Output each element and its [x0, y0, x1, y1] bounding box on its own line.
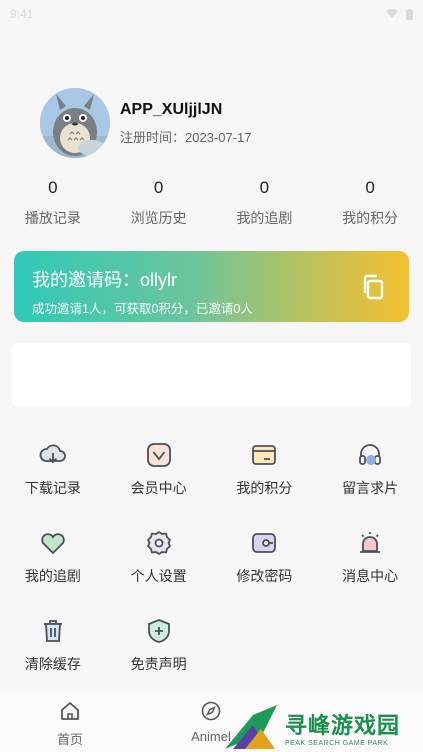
stat-play-history[interactable]: 0 播放记录 [0, 178, 106, 228]
username: APP_XUljjlJN [120, 100, 223, 118]
totoro-avatar-icon [40, 88, 110, 158]
compass-icon [201, 701, 221, 721]
stat-value: 0 [153, 178, 164, 197]
tab-home[interactable]: 首页 [30, 700, 110, 748]
menu-item-label: 个人设置 [130, 568, 187, 584]
registration-date-value: 2023-07-17 [185, 129, 252, 145]
trash-icon [43, 620, 62, 642]
bottom-tab-bar: 首页 Animel 寻峰游戏园 PEAK SEARCH GAME PARK [0, 692, 423, 752]
menu-item-clear-cache[interactable]: 清除缓存 [0, 616, 106, 674]
menu-item-label: 我的积分 [236, 480, 293, 496]
stat-value: 0 [48, 178, 58, 197]
stat-label: 浏览历史 [130, 210, 187, 226]
registration-date: 注册时间：2023-07-17 [120, 127, 252, 146]
status-icons [386, 8, 413, 20]
menu-item-my-follows[interactable]: 我的追剧 [0, 528, 106, 586]
headset-icon [359, 444, 382, 465]
bell-icon [360, 532, 381, 553]
wifi-icon [386, 9, 398, 18]
avatar[interactable] [40, 88, 110, 158]
menu-item-label: 消息中心 [342, 568, 399, 584]
lock-icon [252, 533, 277, 553]
profile-header[interactable]: APP_XUljjlJN 注册时间：2023-07-17 [40, 88, 252, 158]
stat-label: 播放记录 [24, 210, 81, 226]
menu-item-my-points[interactable]: 我的积分 [212, 440, 318, 498]
cloud-download-icon [39, 444, 66, 464]
menu-item-message-center[interactable]: 消息中心 [317, 528, 423, 586]
menu-item-download-records[interactable]: 下载记录 [0, 440, 106, 498]
registration-label: 注册时间： [120, 129, 186, 145]
mountain-logo-icon [225, 705, 277, 749]
menu-item-label: 修改密码 [236, 568, 293, 584]
menu-item-vip-center[interactable]: 会员中心 [106, 440, 212, 498]
stat-value: 0 [259, 178, 270, 197]
home-icon [61, 702, 79, 720]
invite-code-title: 我的邀请码：ollylr [32, 270, 178, 290]
watermark-subtitle: PEAK SEARCH GAME PARK [285, 739, 389, 747]
stat-browse-history[interactable]: 0 浏览历史 [106, 178, 212, 228]
watermark-title: 寻峰游戏园 [285, 712, 401, 738]
status-bar: 9:41 [0, 0, 423, 28]
watermark-logo: 寻峰游戏园 PEAK SEARCH GAME PARK [223, 702, 423, 752]
stat-my-follows[interactable]: 0 我的追剧 [212, 178, 318, 228]
blank-banner-card [12, 343, 411, 407]
stat-my-points[interactable]: 0 我的积分 [317, 178, 423, 228]
menu-item-label: 我的追剧 [24, 568, 81, 584]
menu-item-label: 清除缓存 [24, 656, 81, 672]
tab-label: 首页 [56, 732, 83, 747]
menu-item-label: 下载记录 [24, 480, 81, 496]
menu-item-personal-settings[interactable]: 个人设置 [106, 528, 212, 586]
battery-icon [406, 8, 413, 20]
menu-item-disclaimer[interactable]: 免责声明 [106, 616, 212, 674]
stat-label: 我的追剧 [236, 210, 293, 226]
stats-row: 0 播放记录 0 浏览历史 0 我的追剧 0 我的积分 [0, 178, 423, 228]
menu-item-label: 会员中心 [130, 480, 187, 496]
stat-label: 我的积分 [342, 210, 399, 226]
menu-item-message-request[interactable]: 留言求片 [317, 440, 423, 498]
heart-icon [41, 533, 65, 555]
vip-diamond-icon [146, 443, 171, 467]
status-time: 9:41 [10, 7, 34, 21]
menu-item-label: 免责声明 [130, 656, 187, 672]
stat-value: 0 [365, 178, 375, 197]
invite-code-card[interactable]: 我的邀请码：ollylr 成功邀请1人，可获取0积分，已邀请0人 [14, 251, 409, 322]
copy-icon[interactable] [361, 273, 387, 301]
invite-code-subtitle: 成功邀请1人，可获取0积分，已邀请0人 [32, 302, 253, 316]
wallet-card-icon [252, 445, 277, 465]
menu-item-change-password[interactable]: 修改密码 [212, 528, 318, 586]
menu-item-label: 留言求片 [342, 480, 399, 496]
gear-icon [146, 531, 171, 555]
shield-icon [147, 619, 170, 643]
